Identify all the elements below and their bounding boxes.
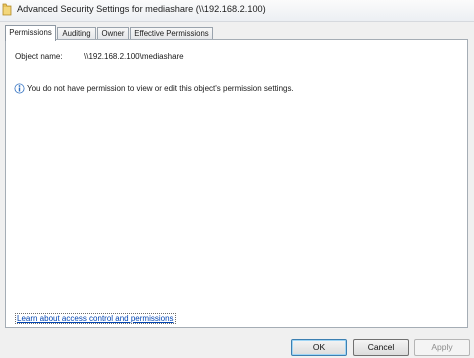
title-bar[interactable]: Advanced Security Settings for mediashar… [0,0,474,22]
info-icon [14,83,25,94]
folder-icon [2,3,12,16]
cancel-button[interactable]: Cancel [353,339,409,356]
tab-permissions[interactable]: Permissions [5,25,56,41]
window-title: Advanced Security Settings for mediashar… [17,4,266,14]
permissions-panel: Object name: \\192.168.2.100\mediashare … [5,39,468,328]
object-name-value: \\192.168.2.100\mediashare [84,52,184,61]
apply-button[interactable]: Apply [414,339,470,356]
ok-button[interactable]: OK [291,339,347,356]
object-name-label: Object name: [15,52,63,61]
info-message: You do not have permission to view or ed… [27,84,294,93]
learn-access-control-link[interactable]: Learn about access control and permissio… [15,313,176,324]
